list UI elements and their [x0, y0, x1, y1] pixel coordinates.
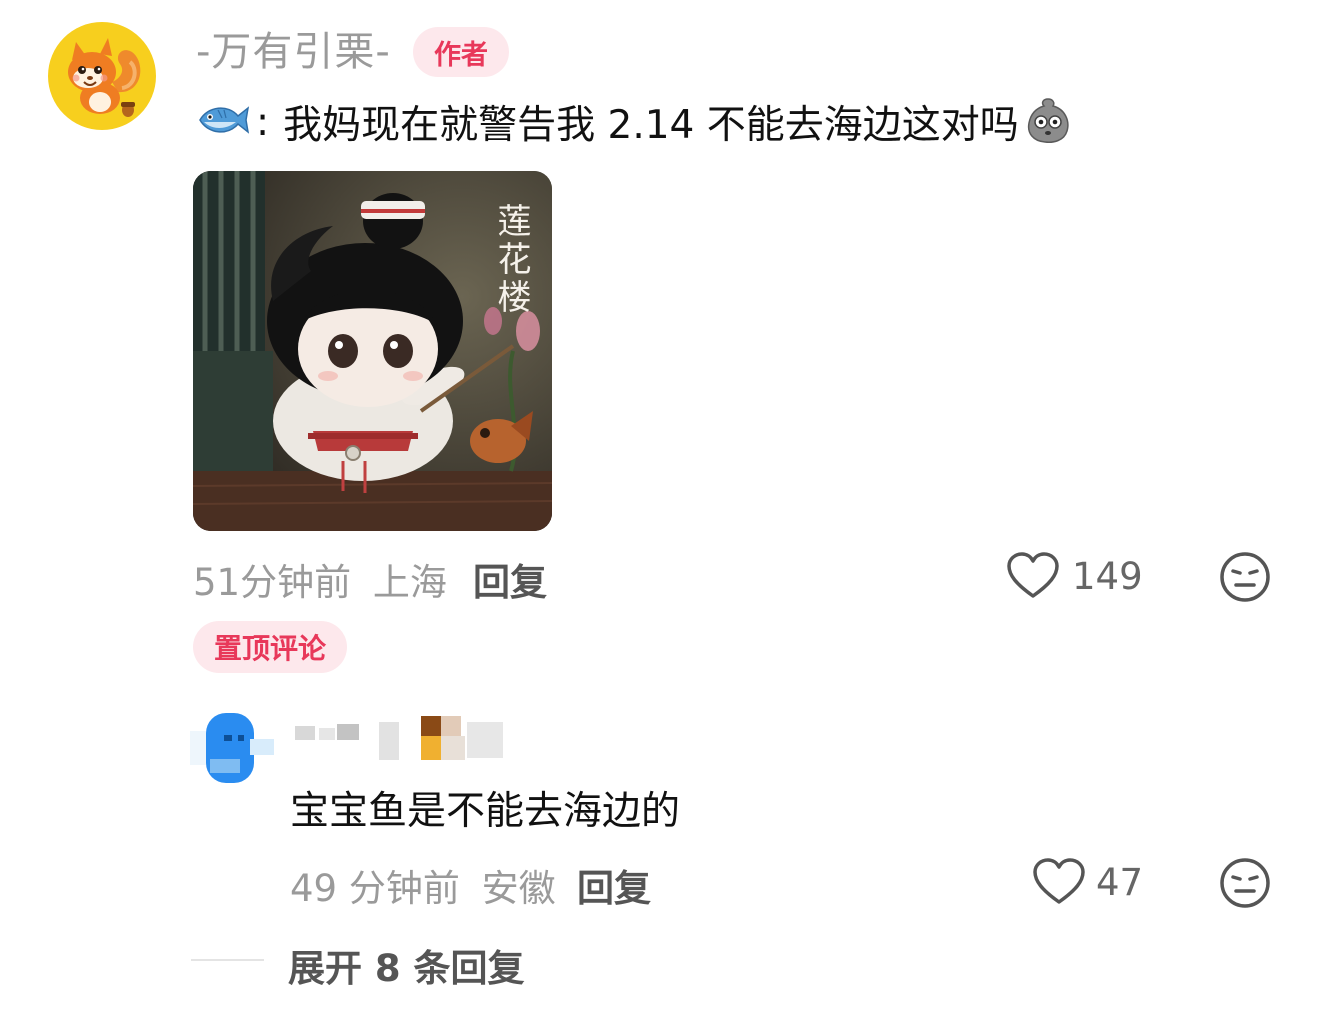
heart-icon [1033, 858, 1085, 904]
expand-replies-button[interactable]: 展开 8 条回复 [288, 938, 525, 992]
reply-like-count: 47 [1096, 860, 1144, 904]
comment-image[interactable]: 莲花楼 [193, 171, 552, 531]
reply-time: 49 分钟前 安徽 [290, 858, 556, 912]
comment-username[interactable]: -万有引栗- [196, 28, 391, 76]
image-calligraphy: 莲花楼 [491, 203, 531, 317]
comment-location: 上海 [372, 561, 447, 604]
fish-emoji-icon [196, 100, 250, 144]
reply-time-text: 49 分钟前 [290, 867, 460, 910]
reply-like-button[interactable]: 47 [1032, 858, 1143, 906]
comment-text: 我妈现在就警告我 2.14 不能去海边这对吗 [283, 103, 1019, 148]
comment-like-button[interactable]: 149 [1006, 552, 1143, 600]
comment-reply-button[interactable]: 回复 [473, 552, 547, 606]
author-badge: 作者 [413, 27, 509, 77]
comment-dislike-button[interactable] [1219, 551, 1271, 607]
reply-avatar[interactable] [190, 713, 280, 783]
expand-divider [191, 959, 264, 961]
author-avatar[interactable] [48, 22, 156, 130]
comment-time-text: 51分钟前 [193, 561, 352, 604]
reply-location: 安徽 [481, 867, 556, 910]
neutral-face-icon [1220, 858, 1270, 908]
comment-like-count: 149 [1072, 554, 1143, 598]
colon-text: : [256, 99, 270, 145]
neutral-face-icon [1220, 552, 1270, 602]
heart-icon [1007, 552, 1059, 598]
reply-text: 宝宝鱼是不能去海边的 [290, 789, 681, 834]
comment-body: : 我妈现在就警告我 2.14 不能去海边这对吗 [196, 96, 1073, 148]
squirrel-avatar-icon [68, 38, 141, 117]
reply-dislike-button[interactable] [1219, 857, 1271, 913]
reply-reply-button[interactable]: 回复 [577, 858, 651, 912]
pinned-comment-badge: 置顶评论 [193, 621, 347, 673]
comment-time: 51分钟前 上海 [193, 552, 447, 606]
pebble-face-emoji-icon [1023, 95, 1073, 149]
reply-username-blurred[interactable] [295, 716, 515, 764]
